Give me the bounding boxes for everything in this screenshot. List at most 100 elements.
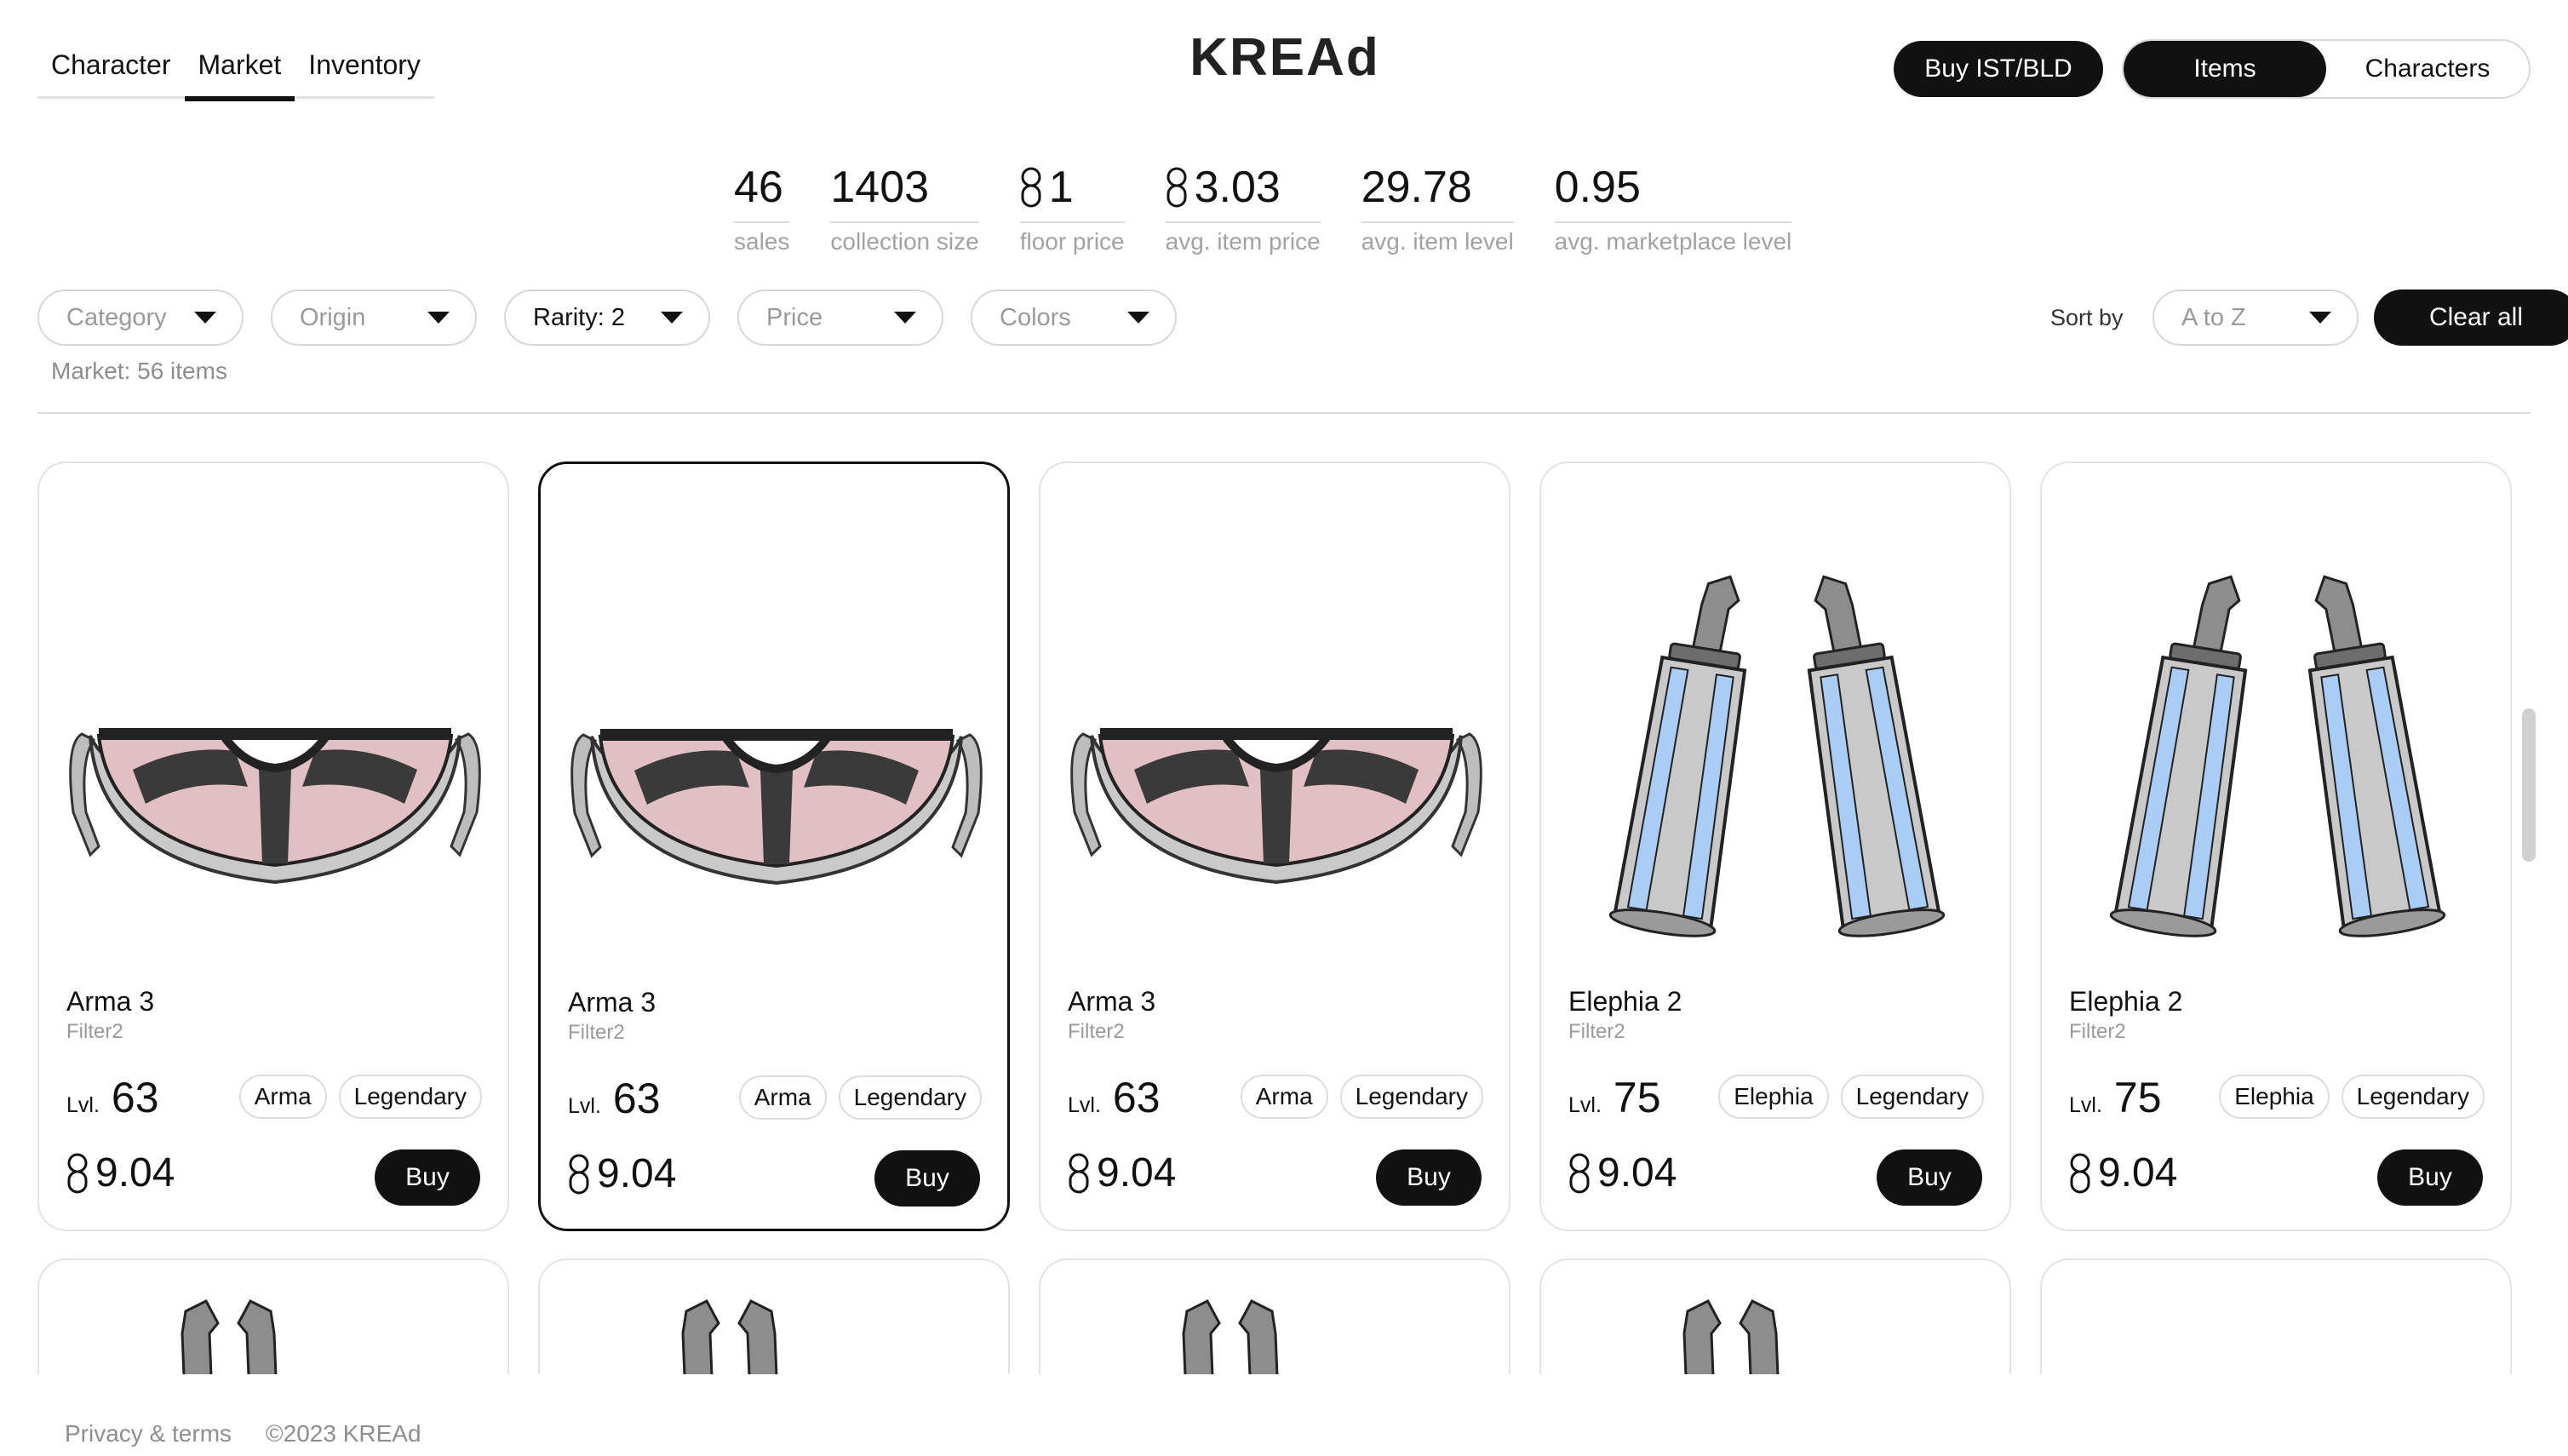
origin-badge: Arma (1240, 1075, 1328, 1119)
divider (37, 412, 2531, 414)
tubes-item-image (1567, 565, 1987, 940)
level-value: 63 (612, 1075, 661, 1122)
tab-character[interactable]: Character (37, 34, 185, 99)
item-category: Filter2 (2069, 1020, 2126, 1043)
item-name: Arma 3 (568, 987, 656, 1017)
stat-value-text: 46 (734, 163, 783, 212)
level-label: Lvl. (66, 1093, 100, 1117)
stat-2: 1 floor price (1019, 157, 1125, 255)
buy-button[interactable]: Buy (874, 1150, 980, 1207)
price-filter[interactable]: Price (737, 289, 943, 346)
buy-button[interactable]: Buy (375, 1149, 480, 1206)
rarity-badge: Legendary (838, 1075, 982, 1120)
item-name: Elephia 2 (2069, 986, 2183, 1017)
category-filter[interactable]: Category (37, 289, 244, 346)
mask-item-image (65, 565, 485, 940)
rarity-badge: Legendary (1840, 1075, 1984, 1119)
chevron-down-icon (1127, 312, 1149, 324)
chevron-down-icon (427, 312, 450, 324)
item-name: Arma 3 (1068, 986, 1156, 1017)
ist-coin-icon (1166, 167, 1188, 208)
level-value: 63 (111, 1074, 159, 1121)
item-category: Filter2 (1568, 1020, 1625, 1043)
level-value: 75 (1613, 1074, 1661, 1121)
items-characters-toggle: Items Characters (2122, 39, 2531, 99)
stat-label: avg. item price (1165, 221, 1321, 255)
stat-value: 29.78 (1361, 157, 1514, 218)
stat-label: avg. item level (1361, 221, 1514, 255)
stat-5: 0.95 avg. marketplace level (1554, 157, 1792, 255)
scrollbar-thumb[interactable] (2522, 708, 2536, 862)
origin-filter-label: Origin (300, 303, 366, 331)
tubes-item-image (2067, 565, 2488, 940)
ist-coin-icon (1068, 1153, 1090, 1194)
item-price: 9.04 (1068, 1149, 1176, 1196)
mask-item-image (566, 566, 987, 941)
mask-item-image (1066, 565, 1487, 940)
rarity-filter[interactable]: Rarity: 2 (504, 289, 710, 346)
stat-3: 3.03 avg. item price (1165, 157, 1321, 255)
item-name: Elephia 2 (1568, 986, 1682, 1017)
stat-label: collection size (830, 221, 979, 255)
stat-value: 0.95 (1555, 157, 1792, 218)
sort-by-label: Sort by (2050, 305, 2124, 330)
colors-filter[interactable]: Colors (971, 289, 1177, 346)
item-category: Filter2 (1068, 1020, 1125, 1043)
privacy-terms-link[interactable]: Privacy & terms (65, 1420, 232, 1447)
item-tags: Elephia Legendary (1718, 1075, 1984, 1119)
item-category: Filter2 (66, 1020, 123, 1043)
logo[interactable]: KREAd (1189, 28, 1379, 87)
category-filter-label: Category (66, 303, 167, 331)
level-label: Lvl. (2069, 1093, 2102, 1117)
item-name: Arma 3 (66, 986, 155, 1017)
price-value: 9.04 (597, 1151, 677, 1196)
market-stats: 46 sales 1403 collection size 1 floor price 3.… (734, 157, 1792, 255)
toggle-items[interactable]: Items (2124, 41, 2326, 97)
level-label: Lvl. (568, 1094, 601, 1118)
ist-coin-icon (66, 1153, 89, 1194)
item-card[interactable]: Elephia 2 Filter2 Lvl. 75 Elephia Legend… (1539, 461, 2011, 1231)
stat-4: 29.78 avg. item level (1361, 157, 1514, 255)
item-level: Lvl. 63 (66, 1073, 159, 1122)
ist-coin-icon (1020, 167, 1042, 208)
item-price: 9.04 (568, 1150, 676, 1197)
level-label: Lvl. (1068, 1093, 1101, 1117)
stat-value-text: 1403 (830, 163, 930, 212)
origin-filter[interactable]: Origin (271, 289, 477, 346)
stat-label: floor price (1019, 221, 1125, 255)
origin-badge: Arma (238, 1075, 327, 1119)
buy-button[interactable]: Buy (1877, 1149, 1982, 1206)
item-card[interactable]: Arma 3 Filter2 Lvl. 63 Arma Legendary 9.… (1039, 461, 1510, 1231)
item-tags: Arma Legendary (738, 1075, 982, 1120)
stat-0: 46 sales (734, 157, 790, 255)
tab-market[interactable]: Market (184, 34, 295, 101)
rarity-badge: Legendary (2341, 1075, 2485, 1119)
buy-ist-bld-button[interactable]: Buy IST/BLD (1894, 41, 2103, 97)
stat-value-text: 29.78 (1361, 163, 1472, 212)
stat-label: sales (734, 221, 790, 255)
footer-links: Privacy & terms ©2023 KREAd (65, 1420, 421, 1447)
level-label: Lvl. (1568, 1093, 1602, 1117)
item-price: 9.04 (1568, 1149, 1677, 1196)
ist-coin-icon (568, 1154, 590, 1195)
rarity-filter-label: Rarity: 2 (533, 303, 625, 331)
stat-value-text: 0.95 (1554, 163, 1641, 212)
sort-select-value: A to Z (2181, 303, 2246, 331)
item-card[interactable]: Elephia 2 Filter2 Lvl. 75 Elephia Legend… (2040, 461, 2512, 1231)
level-value: 75 (2113, 1074, 2162, 1121)
copyright-text: ©2023 KREAd (266, 1420, 421, 1447)
item-card[interactable]: Arma 3 Filter2 Lvl. 63 Arma Legendary 9.… (37, 461, 509, 1231)
origin-badge: Elephia (2219, 1075, 2330, 1119)
clear-all-button[interactable]: Clear all (2374, 289, 2568, 346)
tab-inventory[interactable]: Inventory (295, 34, 434, 99)
item-card[interactable]: Arma 3 Filter2 Lvl. 63 Arma Legendary 9.… (538, 461, 1010, 1231)
item-tags: Arma Legendary (238, 1075, 482, 1119)
buy-button[interactable]: Buy (1376, 1149, 1482, 1206)
sort-select[interactable]: A to Z (2152, 289, 2359, 346)
buy-button[interactable]: Buy (2377, 1149, 2483, 1206)
origin-badge: Elephia (1718, 1075, 1829, 1119)
price-value: 9.04 (2098, 1150, 2178, 1195)
chevron-down-icon (194, 312, 216, 324)
toggle-characters[interactable]: Characters (2326, 41, 2529, 97)
chevron-down-icon (2309, 312, 2331, 324)
